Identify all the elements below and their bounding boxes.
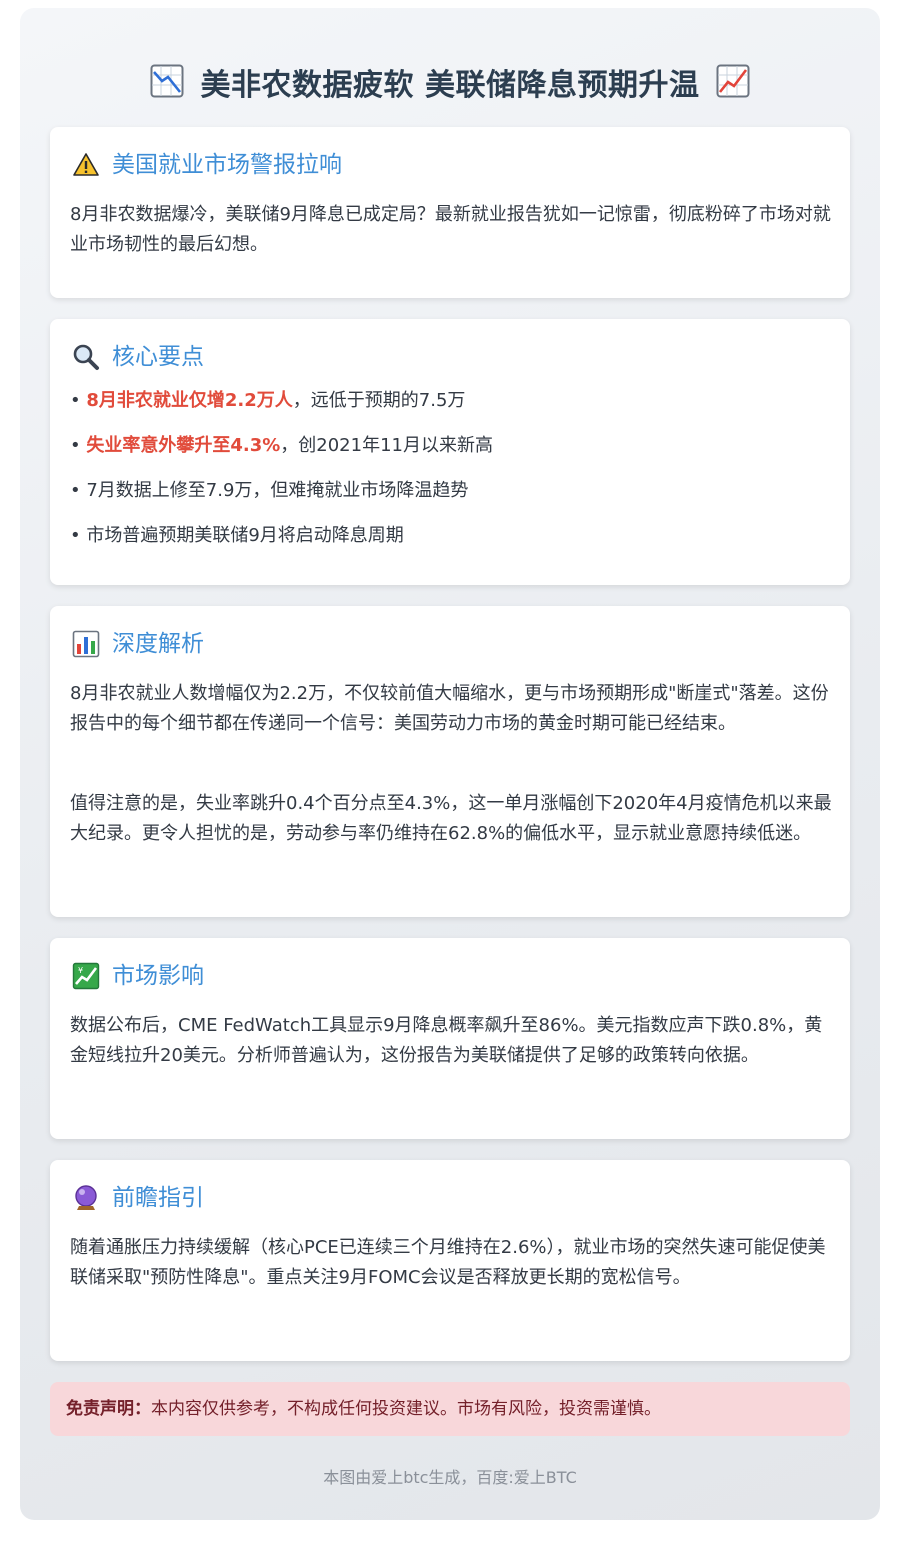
section-card-outlook: 前瞻指引 随着通胀压力持续缓解（核心PCE已连续三个月维持在2.6%），就业市场… — [50, 1160, 850, 1361]
warning-icon — [72, 151, 100, 179]
page-title: 美非农数据疲软 美联储降息预期升温 — [20, 64, 880, 109]
section-card-alert: 美国就业市场警报拉响 8月非农数据爆冷，美联储9月降息已成定局？最新就业报告犹如… — [50, 127, 850, 298]
section-header: ¥ 市场影响 — [72, 958, 204, 994]
section-card-key-points: 核心要点 • 8月非农就业仅增2.2万人，远低于预期的7.5万 • 失业率意外攀… — [50, 319, 850, 585]
section-title: 美国就业市场警报拉响 — [112, 152, 342, 178]
disclaimer-label: 免责声明： — [66, 1399, 151, 1419]
section-header: 美国就业市场警报拉响 — [72, 147, 342, 183]
section-header: 前瞻指引 — [72, 1180, 204, 1216]
section-paragraph: 8月非农数据爆冷，美联储9月降息已成定局？最新就业报告犹如一记惊雷，彻底粉碎了市… — [70, 204, 831, 255]
section-title: 前瞻指引 — [112, 1185, 204, 1211]
magnifier-icon — [72, 343, 100, 371]
list-item-text: 市场普遍预期美联储9月将启动降息周期 — [86, 525, 404, 546]
list-item-text: 7月数据上修至7.9万，但难掩就业市场降温趋势 — [86, 480, 469, 501]
section-header: 核心要点 — [72, 339, 204, 375]
section-header: 深度解析 — [72, 626, 204, 662]
disclaimer-box: 免责声明：本内容仅供参考，不构成任何投资建议。市场有风险，投资需谨慎。 — [50, 1382, 850, 1436]
section-card-analysis: 深度解析 8月非农就业人数增幅仅为2.2万，不仅较前值大幅缩水，更与市场预期形成… — [50, 606, 850, 917]
crystal-ball-icon — [72, 1184, 100, 1212]
section-title: 市场影响 — [112, 963, 204, 989]
section-paragraph: 随着通胀压力持续缓解（核心PCE已连续三个月维持在2.6%），就业市场的突然失速… — [70, 1237, 826, 1288]
list-item-text: ，远低于预期的7.5万 — [292, 390, 466, 411]
footer-credit: 本图由爱上btc生成，百度:爱上BTC — [323, 1468, 577, 1487]
page-title-text: 美非农数据疲软 美联储降息预期升温 — [200, 68, 700, 103]
list-item: • 失业率意外攀升至4.3%，创2021年11月以来新高 — [70, 435, 493, 456]
svg-text:¥: ¥ — [78, 966, 83, 975]
section-paragraph: 值得注意的是，失业率跳升0.4个百分点至4.3%，这一单月涨幅创下2020年4月… — [70, 793, 832, 844]
section-title: 核心要点 — [112, 344, 204, 370]
disclaimer-text: 本内容仅供参考，不构成任何投资建议。市场有风险，投资需谨慎。 — [151, 1399, 661, 1419]
page-container: 美非农数据疲软 美联储降息预期升温 美国就业市场警报拉响 8月非农数据爆冷，美联… — [20, 8, 880, 1520]
section-title: 深度解析 — [112, 631, 204, 657]
chart-yen-icon: ¥ — [72, 962, 100, 990]
list-item: • 市场普遍预期美联储9月将启动降息周期 — [70, 525, 404, 546]
chart-down-icon — [150, 64, 184, 109]
list-item-text: ，创2021年11月以来新高 — [280, 435, 493, 456]
list-item: • 8月非农就业仅增2.2万人，远低于预期的7.5万 — [70, 390, 466, 411]
list-item: • 7月数据上修至7.9万，但难掩就业市场降温趋势 — [70, 480, 469, 501]
section-card-market-impact: ¥ 市场影响 数据公布后，CME FedWatch工具显示9月降息概率飙升至86… — [50, 938, 850, 1139]
list-item-highlight: 8月非农就业仅增2.2万人 — [86, 390, 293, 411]
bar-chart-icon — [72, 630, 100, 658]
section-paragraph: 数据公布后，CME FedWatch工具显示9月降息概率飙升至86%。美元指数应… — [70, 1015, 823, 1066]
section-paragraph: 8月非农就业人数增幅仅为2.2万，不仅较前值大幅缩水，更与市场预期形成"断崖式"… — [70, 683, 829, 734]
list-item-highlight: 失业率意外攀升至4.3% — [86, 435, 281, 456]
chart-up-icon — [716, 64, 750, 109]
